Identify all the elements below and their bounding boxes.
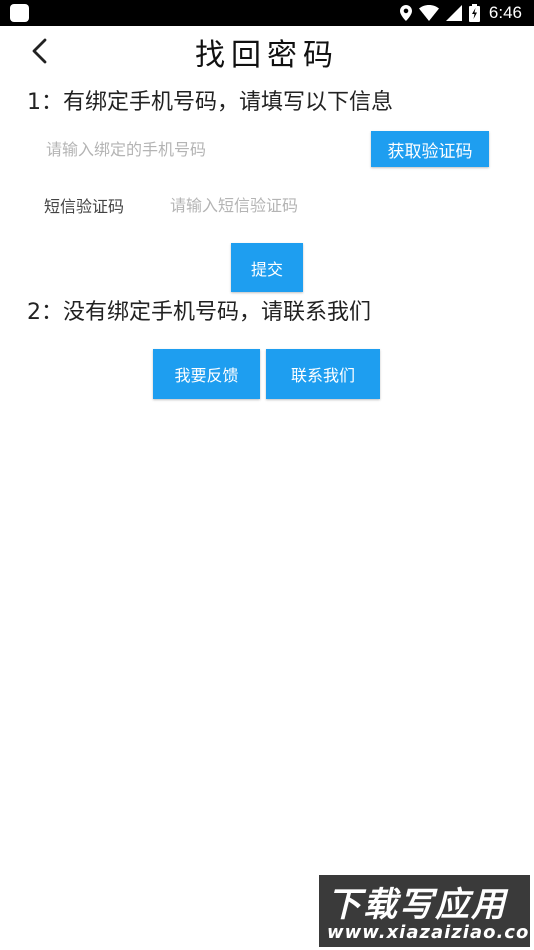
section-heading-has-phone: 1：有绑定手机号码，请填写以下信息: [27, 90, 393, 115]
battery-icon: [468, 4, 480, 22]
get-code-button[interactable]: 获取验证码: [371, 131, 489, 167]
watermark-logo-text: 下载写应用: [327, 885, 507, 925]
feedback-button[interactable]: 我要反馈: [153, 349, 260, 399]
title-bar: 找回密码: [0, 26, 534, 76]
app-notification-icon: [10, 4, 29, 22]
status-bar: 6:46: [0, 0, 534, 26]
contact-us-button[interactable]: 联系我们: [266, 349, 380, 399]
submit-button[interactable]: 提交: [231, 243, 303, 292]
section-heading-no-phone: 2：没有绑定手机号码，请联系我们: [27, 300, 371, 325]
signal-icon: [445, 5, 462, 21]
page-title: 找回密码: [195, 38, 339, 73]
wifi-icon: [418, 5, 439, 21]
sms-code-input[interactable]: [168, 190, 472, 220]
phone-input[interactable]: [44, 134, 348, 164]
watermark-url: www.xiazaiziao.com: [327, 922, 530, 943]
watermark-logo: 下载写应用 www.xiazaiziao.com: [319, 875, 530, 947]
location-icon: [399, 5, 412, 21]
status-time: 6:46: [488, 3, 522, 22]
sms-code-label: 短信验证码: [44, 197, 125, 216]
status-icons: 6:46: [399, 0, 522, 26]
